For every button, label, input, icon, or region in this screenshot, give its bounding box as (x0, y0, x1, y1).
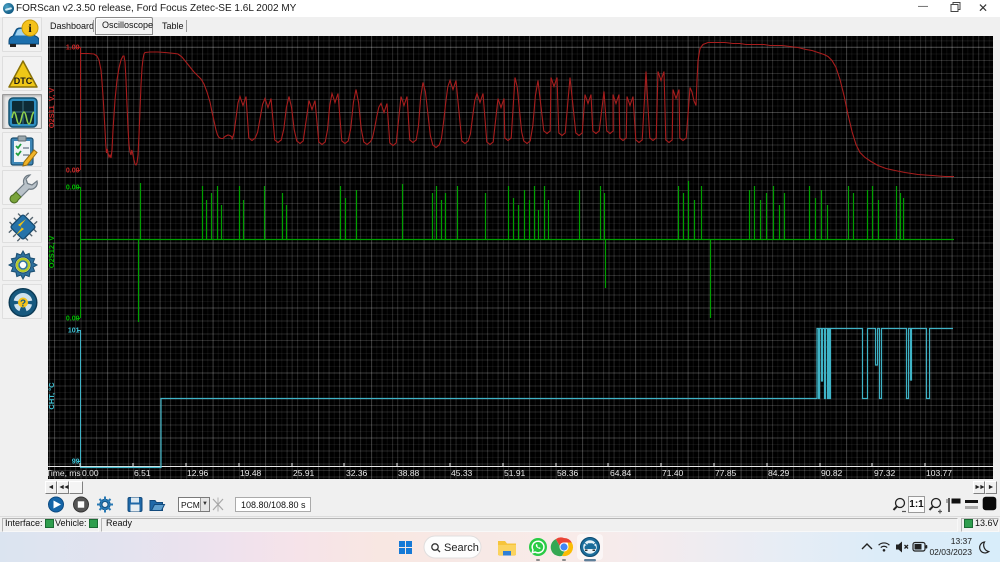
svg-text:0.00: 0.00 (82, 468, 99, 478)
svg-text:77.85: 77.85 (715, 468, 737, 478)
svg-text:25.91: 25.91 (293, 468, 315, 478)
svg-text:45.33: 45.33 (451, 468, 473, 478)
svg-text:64.84: 64.84 (610, 468, 632, 478)
svg-text:32.36: 32.36 (346, 468, 368, 478)
svg-text:1.00: 1.00 (66, 45, 80, 52)
svg-text:O2S11_V, V: O2S11_V, V (47, 88, 56, 129)
svg-text:6.51: 6.51 (134, 468, 151, 478)
svg-text:19.48: 19.48 (240, 468, 262, 478)
svg-text:Search: Search (444, 542, 479, 554)
svg-text:O2S12, V: O2S12, V (47, 236, 56, 269)
svg-text:0.00: 0.00 (66, 185, 80, 192)
svg-text:99: 99 (72, 459, 80, 466)
svg-text:0.00: 0.00 (66, 316, 80, 323)
svg-text:12.96: 12.96 (187, 468, 209, 478)
svg-text:CHT, °C: CHT, °C (47, 382, 56, 410)
svg-text:84.29: 84.29 (768, 468, 790, 478)
svg-text:0.00: 0.00 (66, 168, 80, 175)
svg-text:71.40: 71.40 (662, 468, 684, 478)
svg-text:97.32: 97.32 (874, 468, 896, 478)
svg-text:51.91: 51.91 (504, 468, 526, 478)
svg-text:103.77: 103.77 (926, 468, 952, 478)
svg-text:101: 101 (68, 328, 80, 335)
svg-text:38.88: 38.88 (398, 468, 420, 478)
svg-text:90.82: 90.82 (821, 468, 843, 478)
svg-text:58.36: 58.36 (557, 468, 579, 478)
svg-text:Time, ms: Time, ms (46, 468, 81, 478)
